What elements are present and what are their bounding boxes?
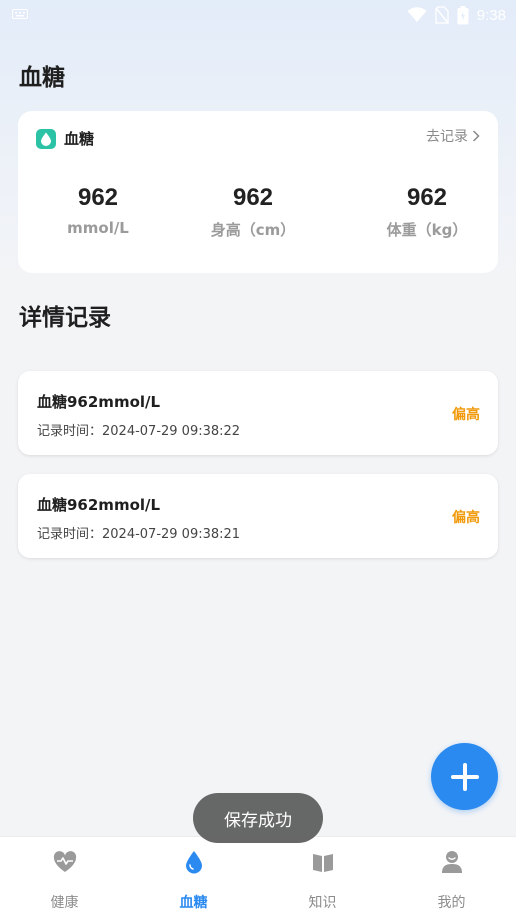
water-drop-icon xyxy=(181,849,207,875)
status-badge: 偏高 xyxy=(452,407,480,423)
card-title: 血糖 xyxy=(64,130,95,148)
book-icon xyxy=(310,849,336,875)
stat-blood-glucose: 962 mmol/L xyxy=(18,183,178,237)
stat-value: 962 xyxy=(406,184,448,211)
no-sim-icon xyxy=(435,6,449,24)
keyboard-icon xyxy=(12,9,28,19)
record-value: 血糖962mmol/L xyxy=(37,393,161,411)
stat-height: 962 身高（cm） xyxy=(173,183,333,240)
stats-row: 962 mmol/L 962 身高（cm） 962 体重（kg） xyxy=(18,183,498,253)
summary-card: 血糖 去记录 962 mmol/L 962 身高（cm） 962 体重（kg） xyxy=(18,111,498,273)
section-title: 详情记录 xyxy=(19,305,111,331)
nav-label: 我的 xyxy=(437,895,466,911)
wifi-icon xyxy=(407,7,427,22)
status-bar: 9:38 xyxy=(0,0,516,30)
stat-value: 962 xyxy=(77,184,119,211)
add-record-button[interactable] xyxy=(431,743,498,810)
go-record-label: 去记录 xyxy=(426,129,468,145)
list-item[interactable]: 血糖962mmol/L 记录时间：2024-07-29 09:38:21 偏高 xyxy=(18,474,498,558)
record-time: 记录时间：2024-07-29 09:38:21 xyxy=(37,527,241,542)
stat-value: 962 xyxy=(232,184,274,211)
chevron-right-icon xyxy=(472,130,480,142)
toast-message: 保存成功 xyxy=(193,793,323,843)
page-title: 血糖 xyxy=(19,65,65,91)
card-header: 血糖 xyxy=(36,128,94,149)
heart-pulse-icon xyxy=(52,849,78,875)
nav-item-knowledge[interactable]: 知识 xyxy=(258,837,387,918)
status-time: 9:38 xyxy=(476,6,506,24)
user-icon xyxy=(439,849,465,875)
bottom-nav: 健康 血糖 知识 我的 xyxy=(0,836,516,918)
nav-item-blood-glucose[interactable]: 血糖 xyxy=(129,837,258,918)
status-badge: 偏高 xyxy=(452,510,480,526)
go-record-link[interactable]: 去记录 xyxy=(426,126,480,146)
battery-icon xyxy=(457,5,469,24)
nav-item-health[interactable]: 健康 xyxy=(0,837,129,918)
nav-item-mine[interactable]: 我的 xyxy=(387,837,516,918)
plus-icon xyxy=(450,762,479,791)
record-value: 血糖962mmol/L xyxy=(37,496,161,514)
stat-unit: mmol/L xyxy=(67,219,129,237)
record-time: 记录时间：2024-07-29 09:38:22 xyxy=(37,424,241,439)
nav-label: 健康 xyxy=(50,895,79,911)
stat-unit: 体重（kg） xyxy=(386,221,468,239)
list-item[interactable]: 血糖962mmol/L 记录时间：2024-07-29 09:38:22 偏高 xyxy=(18,371,498,455)
water-drop-icon xyxy=(36,128,56,149)
nav-label: 知识 xyxy=(308,895,337,911)
stat-weight: 962 体重（kg） xyxy=(347,183,507,240)
nav-label: 血糖 xyxy=(179,895,208,911)
record-list: 血糖962mmol/L 记录时间：2024-07-29 09:38:22 偏高 … xyxy=(18,371,498,577)
stat-unit: 身高（cm） xyxy=(210,221,296,239)
